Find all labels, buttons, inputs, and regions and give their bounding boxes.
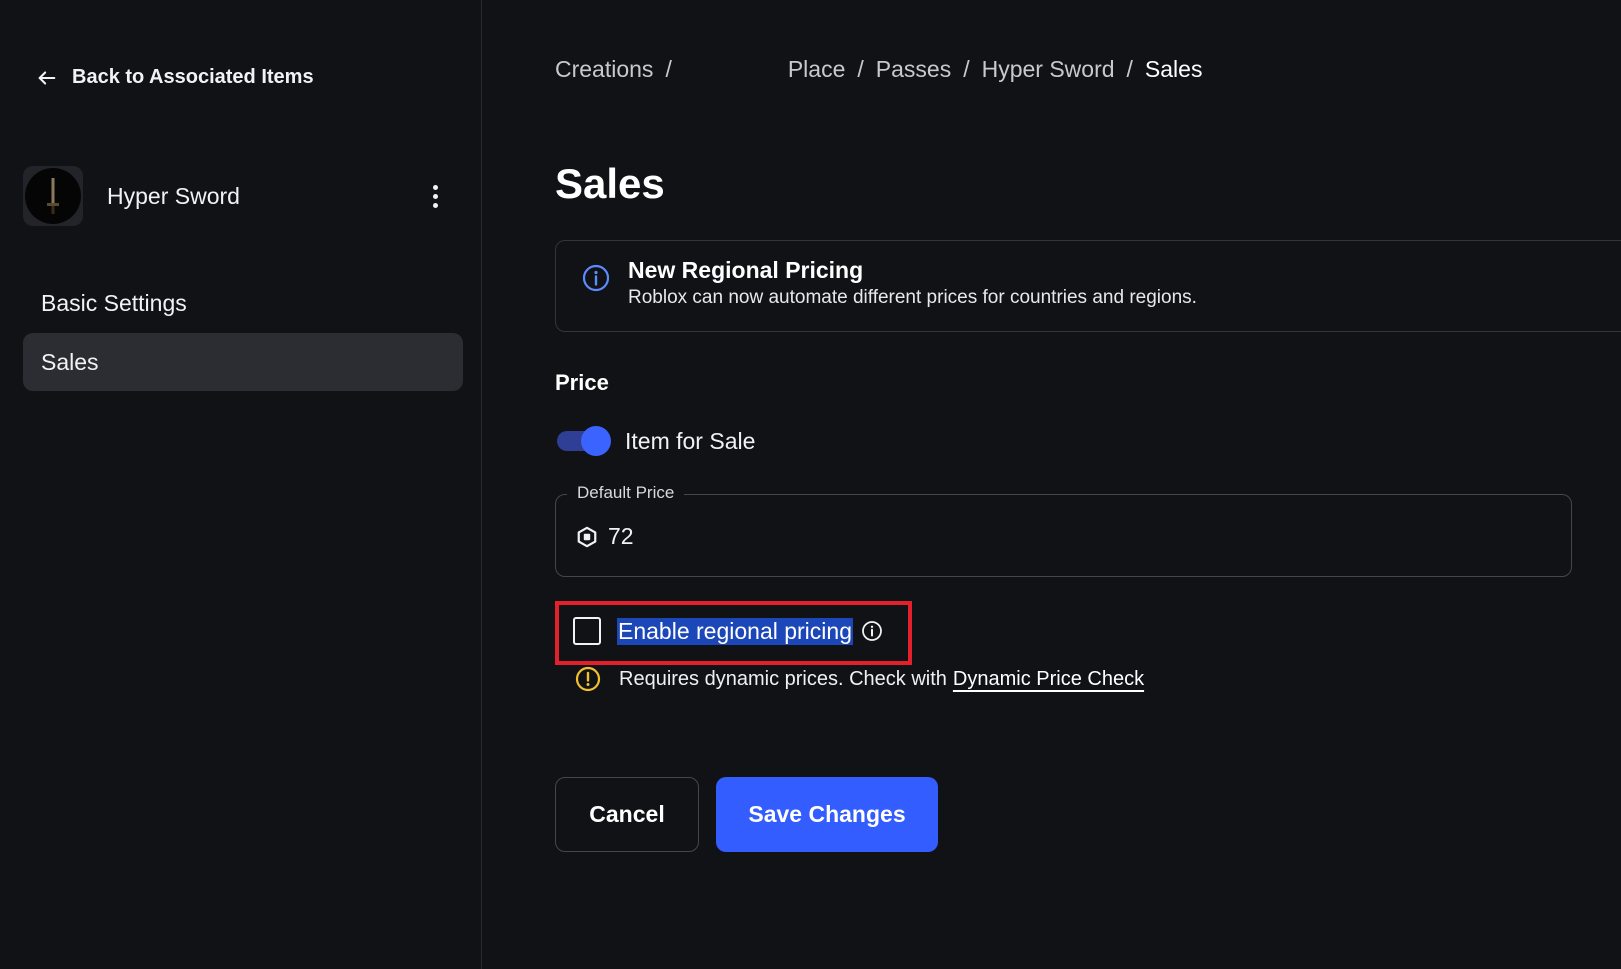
item-thumbnail <box>23 166 83 226</box>
breadcrumb-separator: / <box>857 56 864 82</box>
nav-item-sales[interactable]: Sales <box>23 333 463 391</box>
default-price-label: Default Price <box>567 483 685 503</box>
main-content: Creations / Place / Passes / Hyper Sword… <box>483 0 1621 969</box>
robux-icon <box>577 526 597 547</box>
dynamic-price-warning: Requires dynamic prices. Check with Dyna… <box>575 666 1144 692</box>
info-icon <box>582 264 610 292</box>
item-for-sale-toggle[interactable] <box>555 424 613 458</box>
back-link-label: Back to Associated Items <box>72 66 314 88</box>
sword-icon <box>47 178 59 214</box>
default-price-value-group: 72 <box>576 523 634 550</box>
enable-regional-pricing-checkbox[interactable] <box>573 617 601 645</box>
dynamic-price-check-link[interactable]: Dynamic Price Check <box>953 668 1144 691</box>
warning-icon <box>575 666 601 692</box>
nav-item-label: Sales <box>41 348 99 375</box>
nav-item-label: Basic Settings <box>41 289 187 316</box>
default-price-field[interactable]: Default Price 72 <box>555 483 1572 577</box>
regional-pricing-row: Enable regional pricing <box>573 617 883 645</box>
breadcrumb-passes[interactable]: Passes <box>876 56 951 83</box>
arrow-left-icon <box>38 70 56 85</box>
breadcrumb-creations[interactable]: Creations <box>555 56 653 83</box>
price-section-label: Price <box>555 370 609 395</box>
kebab-menu-icon[interactable] <box>423 178 447 214</box>
item-name: Hyper Sword <box>107 182 240 209</box>
breadcrumb-place[interactable]: Place <box>788 56 846 83</box>
warning-text: Requires dynamic prices. Check with <box>619 667 947 690</box>
info-icon[interactable] <box>861 620 883 642</box>
breadcrumb-separator: / <box>963 56 970 82</box>
toggle-label: Item for Sale <box>625 427 756 454</box>
sidebar: Back to Associated Items Hyper Sword Bas… <box>0 0 482 969</box>
breadcrumb-separator: / <box>1126 56 1133 82</box>
regional-pricing-banner: New Regional Pricing Roblox can now auto… <box>555 240 1621 332</box>
banner-title: New Regional Pricing <box>628 257 864 283</box>
redacted-experience-name <box>684 60 788 80</box>
enable-regional-pricing-label[interactable]: Enable regional pricing <box>617 617 853 645</box>
back-to-associated-items-link[interactable]: Back to Associated Items <box>36 66 314 89</box>
breadcrumb-current-sales: Sales <box>1144 56 1203 82</box>
page-title: Sales <box>555 160 665 207</box>
save-changes-button[interactable]: Save Changes <box>716 777 938 852</box>
banner-text: Roblox can now automate different prices… <box>628 287 1197 308</box>
nav-item-basic-settings[interactable]: Basic Settings <box>23 274 463 332</box>
breadcrumb-hyper-sword[interactable]: Hyper Sword <box>982 56 1115 83</box>
item-header: Hyper Sword <box>23 166 459 226</box>
item-for-sale-toggle-row[interactable]: Item for Sale <box>555 424 755 458</box>
cancel-button[interactable]: Cancel <box>555 777 699 852</box>
default-price-value[interactable]: 72 <box>608 523 634 550</box>
breadcrumb-separator: / <box>665 56 672 82</box>
breadcrumb: Creations / Place / Passes / Hyper Sword… <box>555 56 1202 83</box>
app-root: Back to Associated Items Hyper Sword Bas… <box>0 0 1621 969</box>
